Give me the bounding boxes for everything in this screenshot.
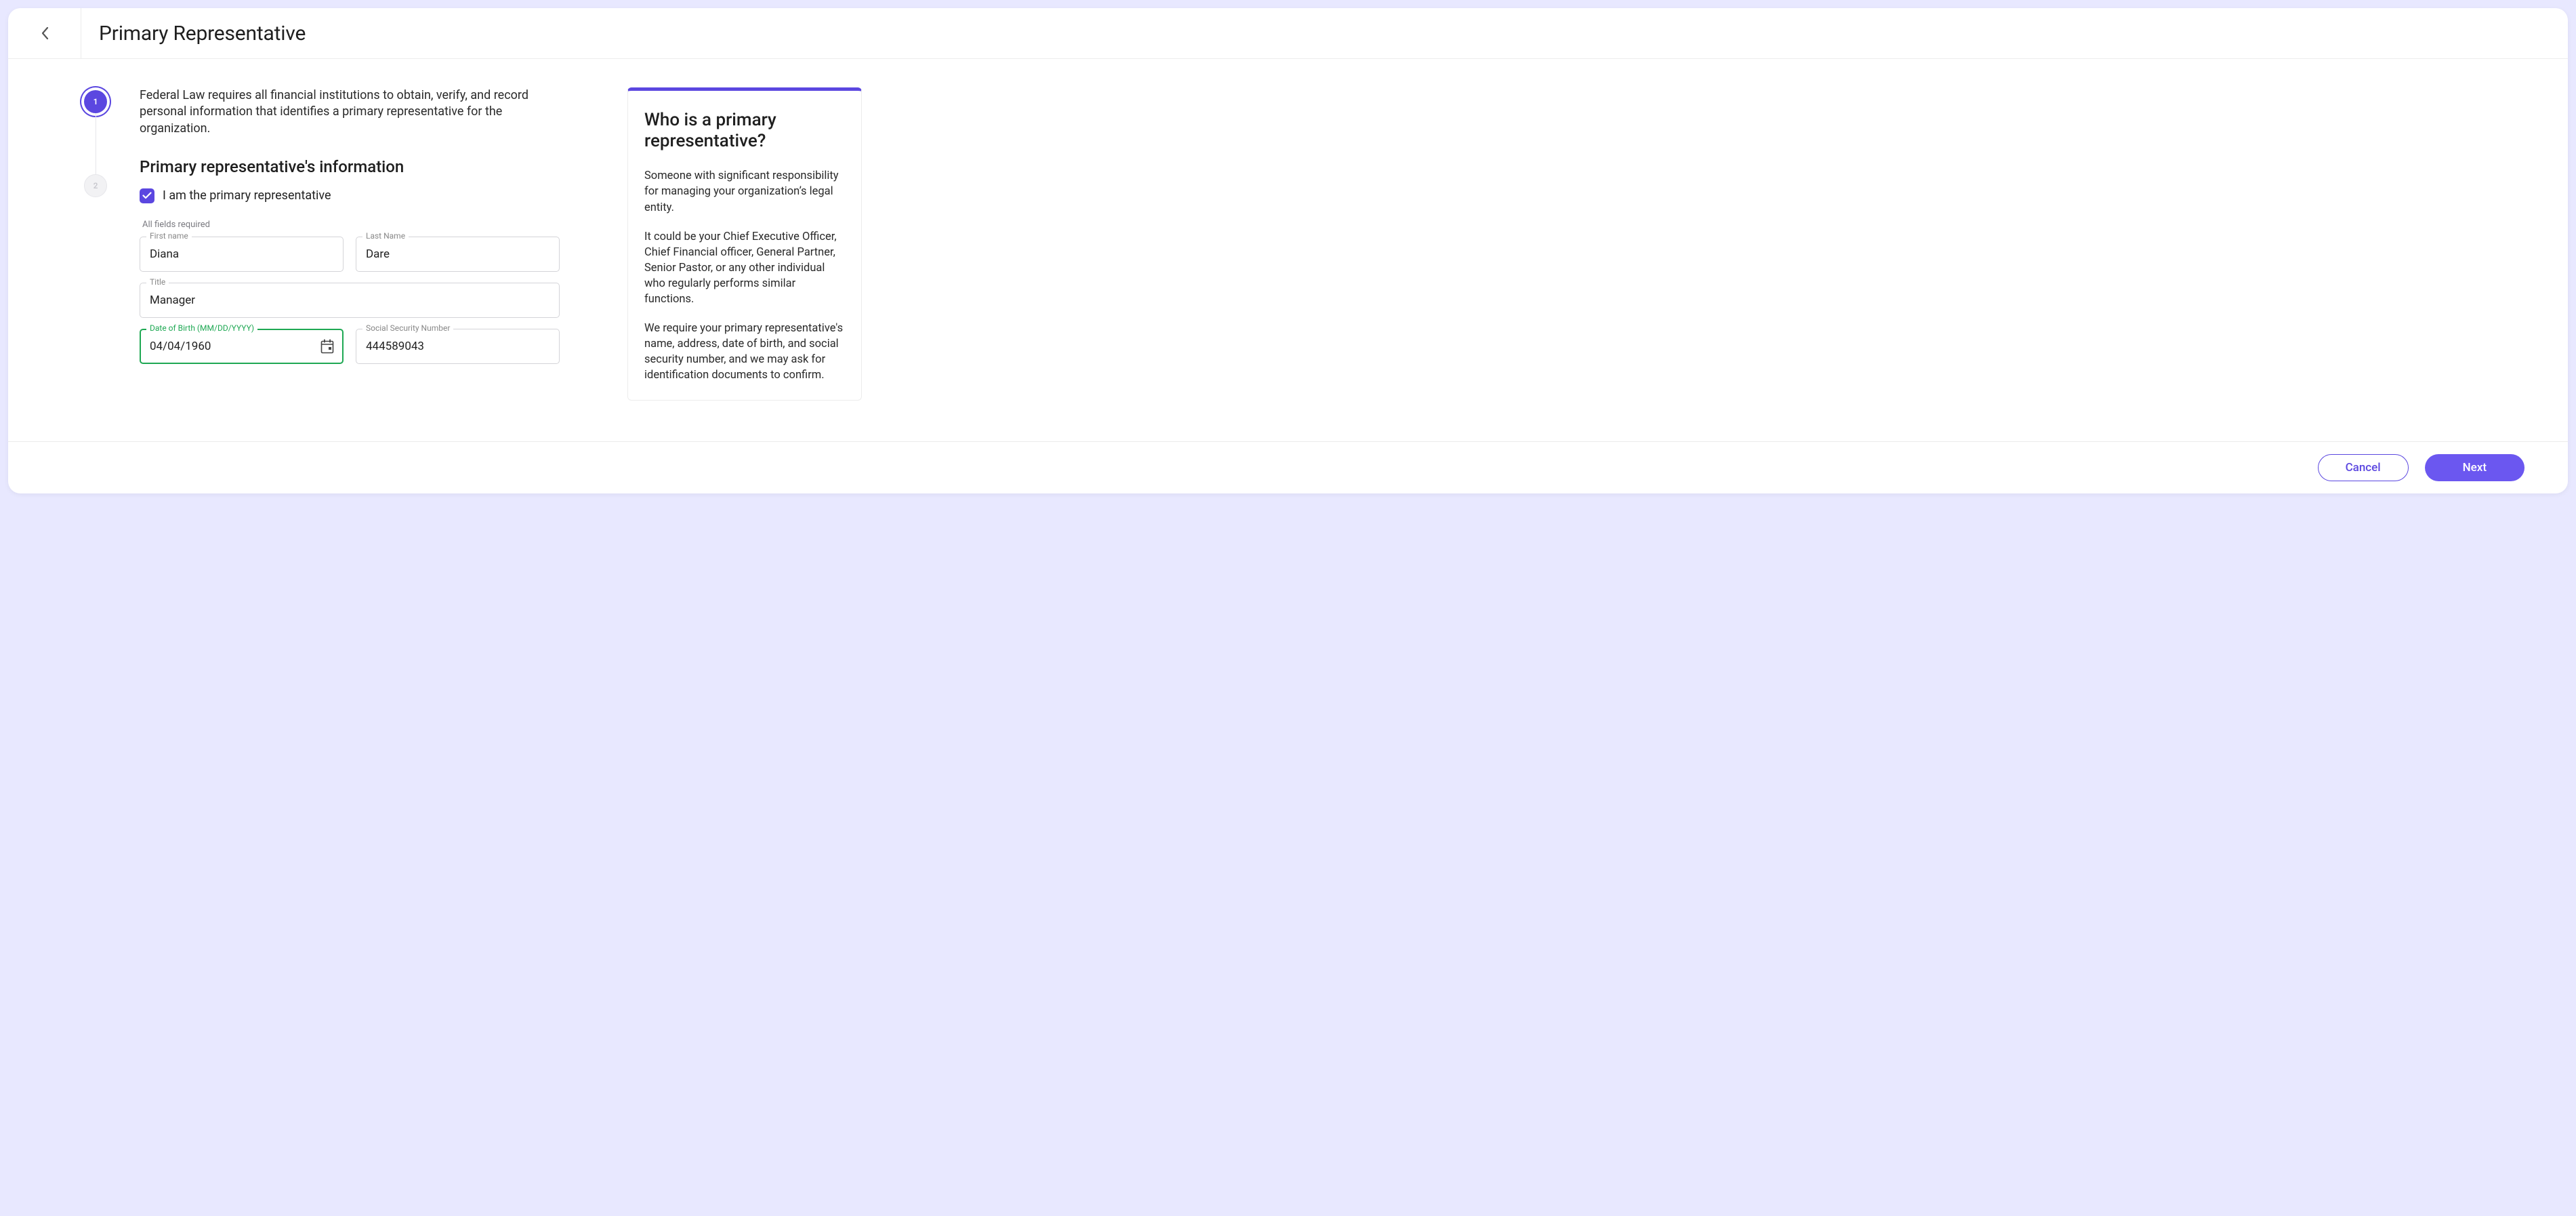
intro-text: Federal Law requires all financial insti…	[140, 87, 560, 137]
form-area: Federal Law requires all financial insti…	[140, 87, 560, 421]
page-body: 1 2 Federal Law requires all financial i…	[8, 59, 2568, 441]
section-title: Primary representative's information	[140, 157, 560, 176]
step-2: 2	[84, 174, 107, 197]
page-footer: Cancel Next	[8, 441, 2568, 493]
calendar-icon[interactable]	[320, 339, 334, 354]
checkbox-label: I am the primary representative	[163, 188, 331, 203]
dob-label: Date of Birth (MM/DD/YYYY)	[146, 323, 257, 333]
dob-input[interactable]	[140, 329, 344, 364]
title-field: Title	[140, 283, 560, 318]
title-label: Title	[146, 277, 169, 287]
first-name-input[interactable]	[140, 237, 344, 272]
checkbox-box	[140, 188, 154, 203]
page-card: Primary Representative 1 2 Federal Law r…	[8, 8, 2568, 493]
next-button[interactable]: Next	[2425, 454, 2525, 481]
step-1: 1	[84, 90, 107, 113]
ssn-label: Social Security Number	[362, 323, 453, 333]
last-name-field: Last Name	[356, 237, 560, 272]
last-name-input[interactable]	[356, 237, 560, 272]
chevron-left-icon	[41, 26, 49, 40]
page-header: Primary Representative	[8, 8, 2568, 59]
info-panel: Who is a primary representative? Someone…	[627, 87, 862, 401]
page-title: Primary Representative	[81, 22, 306, 45]
cancel-button[interactable]: Cancel	[2318, 454, 2409, 481]
ssn-input[interactable]	[356, 329, 560, 364]
primary-rep-checkbox-row[interactable]: I am the primary representative	[140, 188, 560, 203]
step-indicator: 1 2	[51, 87, 140, 421]
info-para-1: Someone with significant responsibility …	[644, 168, 845, 215]
title-input[interactable]	[140, 283, 560, 318]
dob-ssn-row: Date of Birth (MM/DD/YYYY)	[140, 329, 560, 364]
ssn-field: Social Security Number	[356, 329, 560, 364]
required-fields-note: All fields required	[140, 220, 560, 230]
info-para-3: We require your primary representative's…	[644, 321, 845, 383]
info-para-2: It could be your Chief Executive Officer…	[644, 229, 845, 307]
title-row: Title	[140, 283, 560, 318]
first-name-field: First name	[140, 237, 344, 272]
first-name-label: First name	[146, 231, 192, 241]
last-name-label: Last Name	[362, 231, 409, 241]
back-button[interactable]	[8, 8, 81, 58]
info-panel-title: Who is a primary representative?	[644, 110, 845, 152]
check-icon	[142, 192, 152, 199]
name-row: First name Last Name	[140, 237, 560, 272]
main-content: Federal Law requires all financial insti…	[140, 87, 973, 421]
dob-field: Date of Birth (MM/DD/YYYY)	[140, 329, 344, 364]
